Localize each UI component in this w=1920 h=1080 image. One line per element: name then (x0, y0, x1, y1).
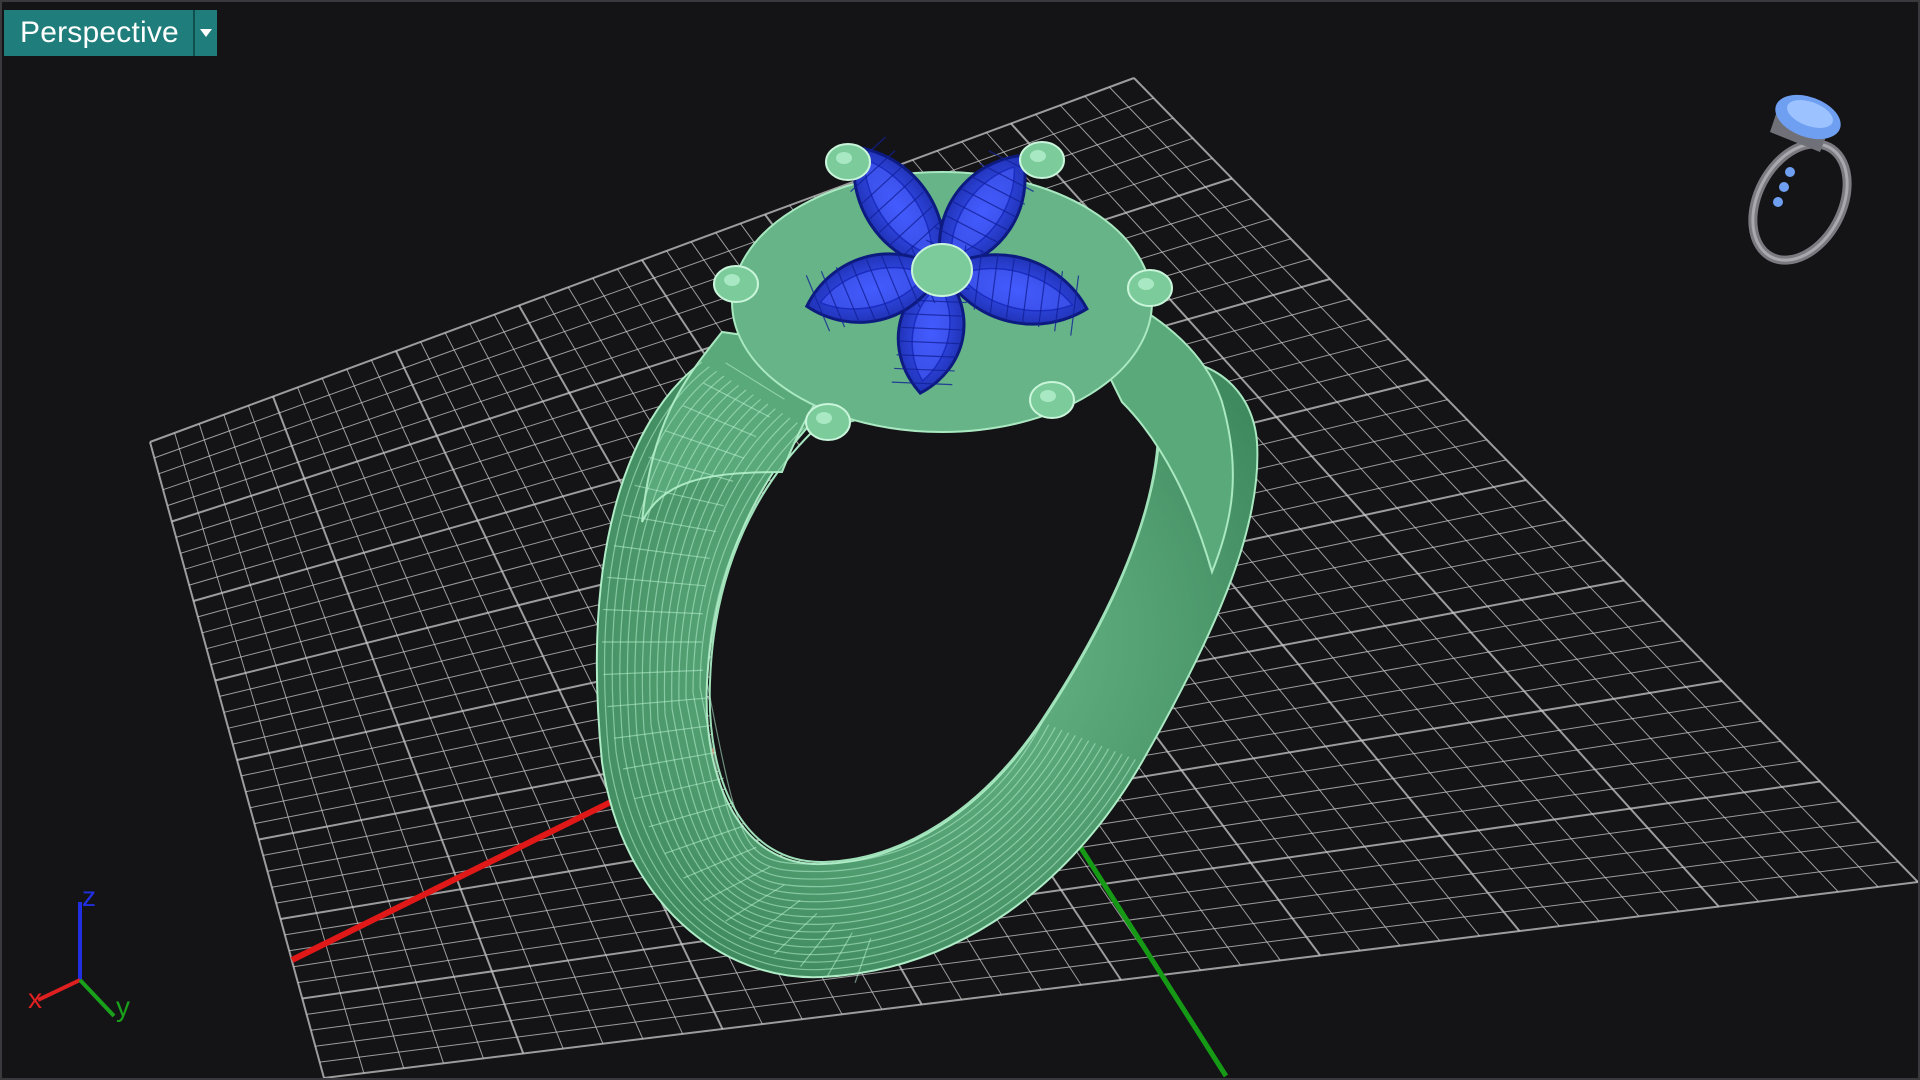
gizmo-z-label: z (82, 882, 96, 912)
prong-highlight (1030, 150, 1046, 162)
center-prong (911, 243, 973, 297)
prong-highlight (816, 412, 832, 424)
gizmo-y-axis (78, 978, 116, 1018)
render-preview-thumbnail (1748, 94, 1852, 265)
perspective-viewport[interactable]: Perspective z x y (0, 0, 1920, 1080)
scene-canvas[interactable] (2, 2, 1920, 1080)
gizmo-y-label: y (116, 991, 130, 1022)
viewport-title-label[interactable]: Perspective (4, 10, 193, 56)
gizmo-x-label: x (28, 983, 42, 1014)
prong-highlight (724, 274, 740, 286)
gizmo-x-axis (37, 978, 81, 1002)
prong-highlight (1138, 278, 1154, 290)
prong-highlight (836, 152, 852, 164)
ring-model[interactable] (595, 129, 1259, 983)
viewport-title-tab[interactable]: Perspective (4, 10, 217, 56)
chevron-down-icon[interactable] (192, 10, 217, 56)
axes-gizmo: z x y (28, 882, 130, 1022)
prong-highlight (1040, 390, 1056, 402)
